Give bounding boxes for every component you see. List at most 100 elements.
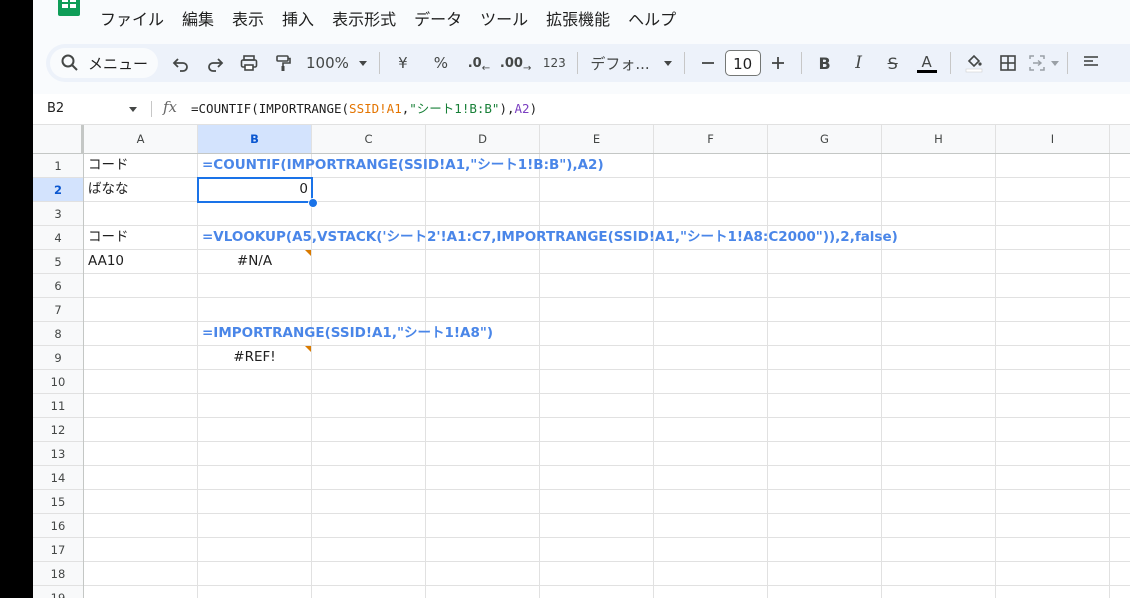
gridline	[84, 417, 1130, 418]
menu-tools[interactable]: ツール	[471, 8, 537, 32]
gridline	[539, 154, 540, 598]
formula-string: "シート1!B:B"	[409, 101, 500, 116]
select-all-corner[interactable]	[33, 125, 84, 153]
strikethrough-button[interactable]: S	[878, 48, 908, 78]
gridline	[425, 154, 426, 598]
row-header[interactable]: 7	[33, 298, 83, 322]
row-header[interactable]: 12	[33, 418, 83, 442]
font-size-input[interactable]: 10	[724, 50, 761, 76]
column-header-c[interactable]: C	[312, 125, 426, 153]
paint-format-button[interactable]	[268, 48, 298, 78]
column-header-f[interactable]: F	[654, 125, 768, 153]
row-header[interactable]: 9	[33, 346, 83, 370]
row-header[interactable]: 19	[33, 586, 83, 598]
row-header[interactable]: 4	[33, 226, 83, 250]
chevron-down-icon	[358, 60, 367, 66]
percent-format-button[interactable]: %	[426, 48, 456, 78]
row-header[interactable]: 16	[33, 514, 83, 538]
column-header-d[interactable]: D	[426, 125, 540, 153]
menu-file[interactable]: ファイル	[91, 8, 173, 32]
column-header-a[interactable]: A	[84, 125, 198, 153]
menu-search-button[interactable]: メニュー	[50, 48, 159, 78]
error-indicator[interactable]	[305, 346, 311, 352]
zoom-select[interactable]: 100%	[302, 48, 371, 78]
fill-color-button[interactable]	[959, 48, 989, 78]
error-indicator[interactable]	[305, 250, 311, 256]
menu-insert[interactable]: 挿入	[273, 8, 323, 32]
menu-edit[interactable]: 編集	[173, 8, 223, 32]
menu-data[interactable]: データ	[405, 8, 471, 32]
row-header[interactable]: 11	[33, 394, 83, 418]
gridline	[881, 154, 882, 598]
row-header[interactable]: 3	[33, 202, 83, 226]
formula-ref-a2: A2	[514, 101, 530, 116]
text-color-button[interactable]: A	[912, 48, 942, 78]
column-header-g[interactable]: G	[768, 125, 882, 153]
gridline	[84, 513, 1130, 514]
increase-decimal-button[interactable]: .00 →	[500, 48, 531, 78]
row-header[interactable]: 10	[33, 370, 83, 394]
plus-icon	[771, 57, 784, 69]
italic-button[interactable]: I	[844, 48, 874, 78]
cell-b9[interactable]: #REF!	[198, 346, 311, 369]
currency-format-button[interactable]: ¥	[388, 48, 418, 78]
borders-button[interactable]	[993, 48, 1023, 78]
menu-extensions[interactable]: 拡張機能	[537, 8, 619, 32]
row-header[interactable]: 13	[33, 442, 83, 466]
fill-handle[interactable]	[308, 198, 318, 208]
gridline	[653, 154, 654, 598]
minus-icon	[701, 62, 714, 64]
number-format-button[interactable]: 123	[539, 48, 569, 78]
bold-button[interactable]: B	[810, 48, 840, 78]
toolbar-divider	[577, 52, 579, 74]
chevron-down-icon	[663, 60, 672, 66]
row-header[interactable]: 1	[33, 154, 83, 178]
redo-button[interactable]	[200, 48, 230, 78]
cell-a1[interactable]: コード	[88, 154, 129, 177]
cell-a2[interactable]: ばなな	[88, 178, 129, 201]
font-select[interactable]: デフォ...	[586, 48, 675, 78]
cell-a5[interactable]: AA10	[88, 250, 124, 273]
merge-cells-button[interactable]	[1027, 48, 1059, 78]
font-size-increase-button[interactable]	[763, 48, 793, 78]
row-header[interactable]: 18	[33, 562, 83, 586]
row-header[interactable]: 8	[33, 322, 83, 346]
arrow-left-icon: ←	[481, 62, 491, 74]
paint-format-icon	[276, 55, 291, 71]
chevron-down-icon	[129, 107, 137, 112]
menu-view[interactable]: 表示	[223, 8, 273, 32]
menu-format[interactable]: 表示形式	[323, 8, 405, 32]
cell-b4[interactable]: =VLOOKUP(A5,VSTACK('シート2'!A1:C7,IMPORTRA…	[202, 226, 898, 249]
fill-color-icon	[965, 54, 982, 73]
cell-b5[interactable]: #N/A	[198, 250, 311, 273]
formula-bar: B2 fx =COUNTIF(IMPORTRANGE(SSID!A1,"シート1…	[33, 94, 1130, 125]
gridline	[84, 537, 1130, 538]
print-button[interactable]	[234, 48, 264, 78]
cell-b1[interactable]: =COUNTIF(IMPORTRANGE(SSID!A1,"シート1!B:B")…	[202, 154, 604, 177]
row-header[interactable]: 6	[33, 274, 83, 298]
sheet-grid[interactable]: A B C D E F G H I 1 2 3 4 5 6 7 8 9 10 1…	[33, 125, 1130, 598]
row-header[interactable]: 14	[33, 466, 83, 490]
gridline	[311, 154, 312, 598]
undo-button[interactable]	[166, 48, 196, 78]
cell-area[interactable]: コード =COUNTIF(IMPORTRANGE(SSID!A1,"シート1!B…	[84, 154, 1130, 598]
row-header[interactable]: 17	[33, 538, 83, 562]
menu-help[interactable]: ヘルプ	[619, 8, 685, 32]
name-box[interactable]: B2	[47, 94, 137, 124]
column-header-i[interactable]: I	[996, 125, 1110, 153]
decrease-decimal-button[interactable]: .0 ←	[464, 48, 494, 78]
formula-input[interactable]: =COUNTIF(IMPORTRANGE(SSID!A1,"シート1!B:B")…	[191, 94, 537, 124]
column-header-b[interactable]: B	[198, 125, 312, 153]
sheets-logo[interactable]	[58, 0, 80, 16]
column-header-e[interactable]: E	[540, 125, 654, 153]
font-size-decrease-button[interactable]	[693, 48, 723, 78]
formula-ref-ssid: SSID!A1	[349, 101, 402, 116]
cell-b8[interactable]: =IMPORTRANGE(SSID!A1,"シート1!A8")	[202, 322, 493, 345]
cell-a4[interactable]: コード	[88, 226, 129, 249]
align-button[interactable]	[1076, 48, 1106, 78]
text-color-label: A	[921, 52, 932, 71]
row-header[interactable]: 15	[33, 490, 83, 514]
column-header-h[interactable]: H	[882, 125, 996, 153]
row-header[interactable]: 5	[33, 250, 83, 274]
row-header[interactable]: 2	[33, 178, 83, 202]
